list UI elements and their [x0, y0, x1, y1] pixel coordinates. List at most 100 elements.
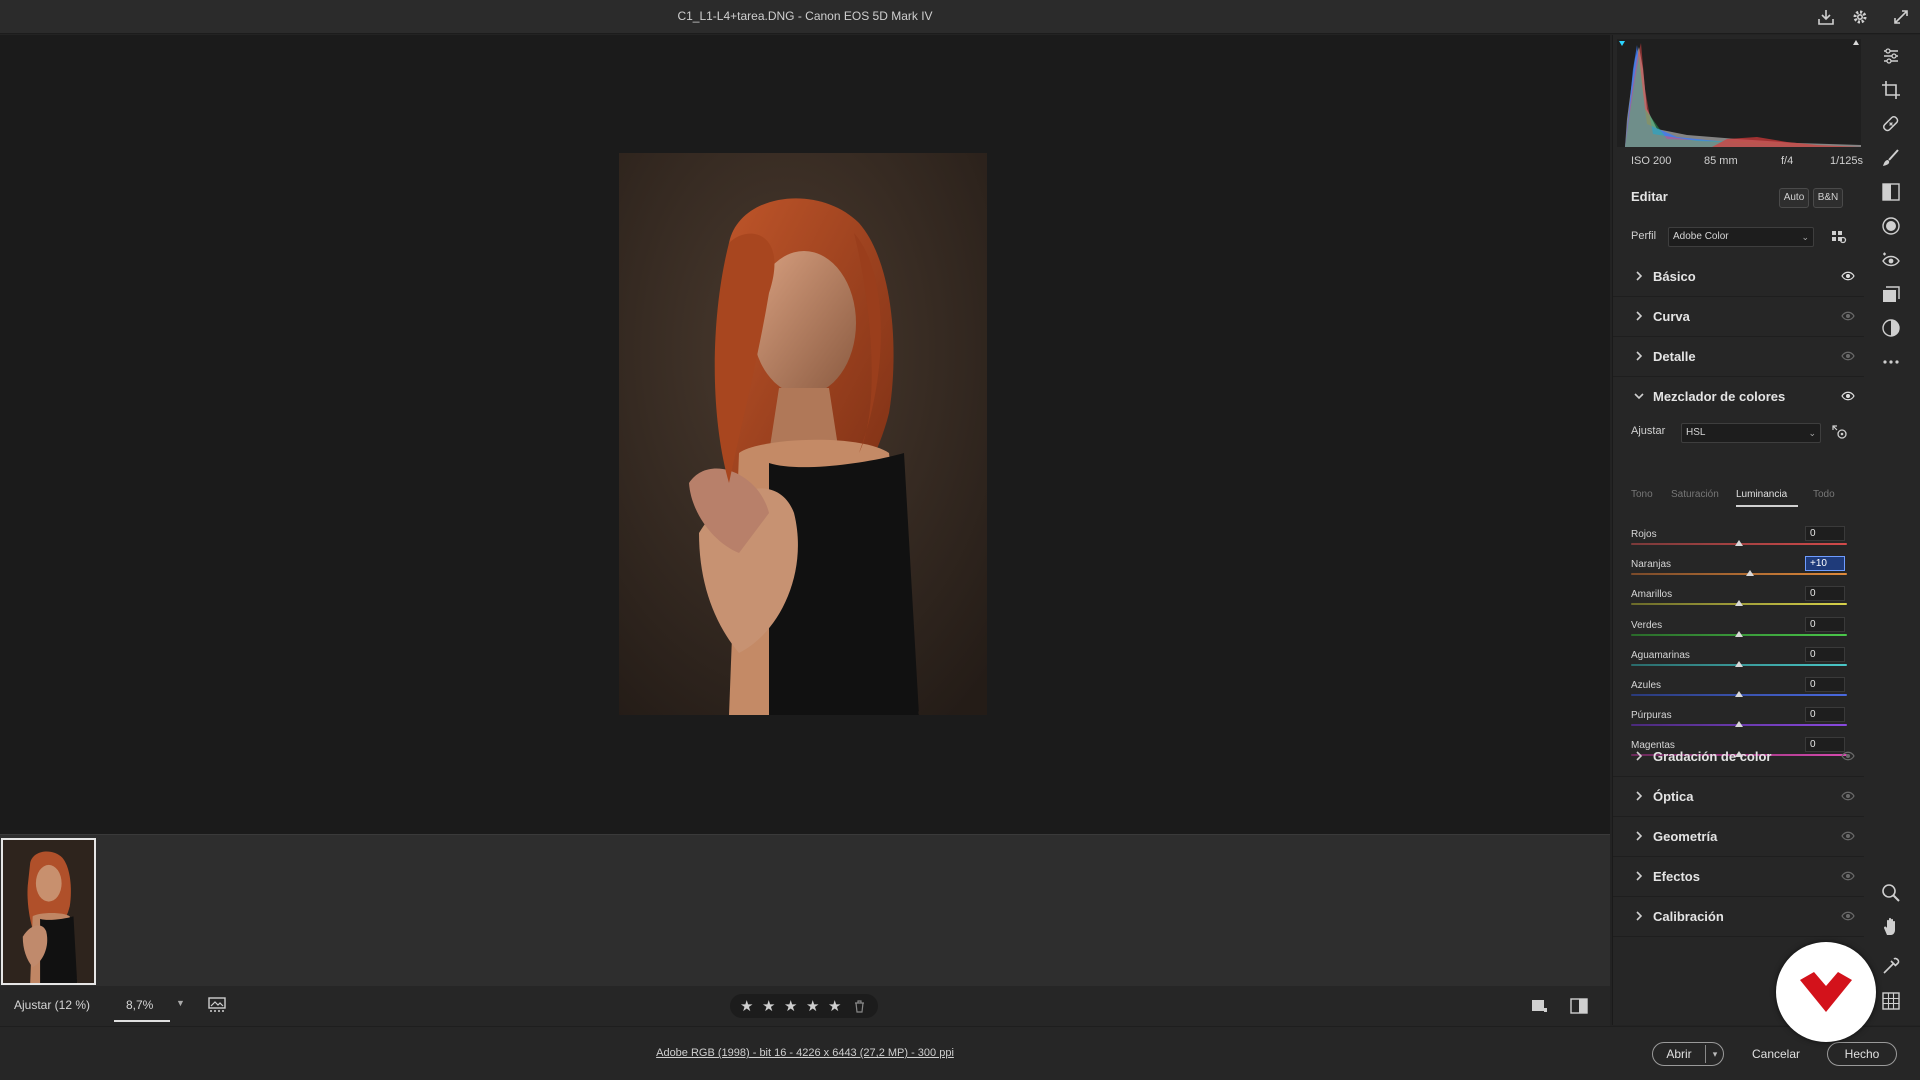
slider-value-input[interactable]: 0: [1805, 677, 1845, 692]
cancel-button[interactable]: Cancelar: [1744, 1042, 1808, 1066]
section-geometry[interactable]: Geometría: [1613, 817, 1865, 857]
before-after-icon[interactable]: [1570, 998, 1588, 1014]
save-icon[interactable]: [1816, 7, 1836, 27]
trash-icon[interactable]: [854, 1000, 865, 1013]
slider-rojos[interactable]: Rojos 0: [1631, 526, 1849, 559]
tab-luminance[interactable]: Luminancia: [1736, 489, 1787, 500]
star-rating[interactable]: ★ ★ ★ ★ ★: [730, 994, 878, 1018]
eye-icon[interactable]: [1841, 871, 1855, 881]
linear-gradient-icon[interactable]: [1880, 181, 1902, 203]
open-button[interactable]: Abrir ▾: [1652, 1042, 1724, 1066]
section-color-grading[interactable]: Gradación de color: [1613, 737, 1865, 777]
eye-icon[interactable]: [1841, 911, 1855, 921]
slider-value-input[interactable]: 0: [1805, 707, 1845, 723]
section-optics[interactable]: Óptica: [1613, 777, 1865, 817]
section-curve[interactable]: Curva: [1613, 297, 1865, 337]
gear-icon[interactable]: [1850, 7, 1870, 27]
radial-gradient-icon[interactable]: [1880, 215, 1902, 237]
slider-púrpuras[interactable]: Púrpuras 0: [1631, 707, 1849, 740]
slider-value-input[interactable]: 0: [1805, 526, 1845, 541]
profile-select-value: Adobe Color: [1673, 231, 1729, 242]
chevron-right-icon: [1636, 911, 1643, 921]
edit-sliders-icon[interactable]: [1880, 45, 1902, 67]
fit-zoom-button[interactable]: Ajustar (12 %): [14, 998, 90, 1012]
tab-saturation[interactable]: Saturación: [1671, 489, 1719, 500]
slider-thumb[interactable]: [1735, 660, 1743, 667]
tab-all[interactable]: Todo: [1813, 489, 1835, 500]
section-label: Básico: [1653, 269, 1696, 284]
grid-icon[interactable]: [1880, 990, 1902, 1012]
section-calibration[interactable]: Calibración: [1613, 897, 1865, 937]
brush-icon[interactable]: [1880, 147, 1902, 169]
hand-icon[interactable]: [1880, 916, 1902, 938]
eye-icon[interactable]: [1841, 831, 1855, 841]
slider-thumb[interactable]: [1745, 570, 1754, 577]
slider-track[interactable]: [1631, 573, 1847, 576]
bottom-bar: Adobe RGB (1998) - bit 16 - 4226 x 6443 …: [0, 1026, 1920, 1080]
star-icon[interactable]: ★: [762, 997, 775, 1015]
profile-select[interactable]: Adobe Color ⌄: [1668, 227, 1814, 247]
single-view-icon[interactable]: [1531, 999, 1547, 1013]
slider-thumb[interactable]: [1735, 600, 1743, 607]
auto-button[interactable]: Auto: [1779, 188, 1809, 208]
eye-icon[interactable]: [1841, 311, 1855, 321]
workflow-options-link[interactable]: Adobe RGB (1998) - bit 16 - 4226 x 6443 …: [0, 1047, 1610, 1059]
slider-value-input[interactable]: 0: [1805, 616, 1845, 632]
snapshots-icon[interactable]: [1880, 283, 1902, 305]
slider-amarillos[interactable]: Amarillos 0: [1631, 586, 1849, 619]
zoom-level[interactable]: 8,7%: [126, 998, 153, 1012]
adjust-select[interactable]: HSL ⌄: [1681, 423, 1821, 443]
more-icon[interactable]: [1880, 351, 1902, 373]
slider-label: Azules: [1631, 680, 1662, 691]
targeted-adjustment-icon[interactable]: [1831, 424, 1849, 440]
slider-verdes[interactable]: Verdes 0: [1631, 616, 1849, 650]
slider-value-input[interactable]: 0: [1805, 646, 1845, 662]
eye-icon[interactable]: [1841, 391, 1855, 401]
slider-label: Naranjas: [1631, 559, 1672, 571]
eye-icon[interactable]: [1841, 791, 1855, 801]
slider-thumb[interactable]: [1735, 721, 1743, 728]
slider-naranjas[interactable]: Naranjas +10: [1631, 556, 1849, 589]
slider-aguamarinas[interactable]: Aguamarinas 0: [1631, 646, 1849, 680]
filmstrip-thumbnail[interactable]: [1, 838, 96, 985]
fullscreen-icon[interactable]: [1891, 7, 1911, 27]
slider-value-input[interactable]: +10: [1805, 556, 1845, 572]
profile-browser-icon[interactable]: [1831, 230, 1847, 244]
chevron-right-icon: [1636, 791, 1643, 801]
zoom-icon[interactable]: [1880, 882, 1902, 904]
open-button-label: Abrir: [1666, 1047, 1692, 1061]
slider-thumb[interactable]: [1735, 540, 1743, 546]
star-icon[interactable]: ★: [828, 997, 841, 1015]
slider-thumb[interactable]: [1735, 691, 1743, 697]
presets-icon[interactable]: [1880, 317, 1902, 339]
slider-value-input[interactable]: 0: [1805, 586, 1845, 602]
eye-icon[interactable]: [1841, 271, 1855, 281]
star-icon[interactable]: ★: [740, 997, 753, 1015]
chevron-down-icon[interactable]: ▾: [1707, 1043, 1723, 1065]
filmstrip-toggle-icon[interactable]: [208, 997, 226, 1013]
red-eye-icon[interactable]: [1880, 249, 1902, 271]
eye-icon[interactable]: [1841, 751, 1855, 761]
healing-icon[interactable]: [1880, 113, 1902, 135]
crop-icon[interactable]: [1880, 79, 1902, 101]
sampler-icon[interactable]: [1880, 955, 1902, 977]
slider-label: Amarillos: [1631, 589, 1673, 601]
section-color-mixer[interactable]: Mezclador de colores: [1613, 377, 1865, 417]
star-icon[interactable]: ★: [784, 997, 797, 1015]
bw-button[interactable]: B&N: [1813, 188, 1843, 208]
section-detail[interactable]: Detalle: [1613, 337, 1865, 377]
section-label: Detalle: [1653, 349, 1696, 364]
profile-row: Perfil Adobe Color ⌄: [1613, 225, 1865, 255]
tab-hue[interactable]: Tono: [1631, 489, 1653, 500]
slider-azules[interactable]: Azules 0: [1631, 677, 1849, 710]
panel-title: Editar: [1631, 189, 1668, 204]
preview-photo[interactable]: [619, 153, 987, 715]
section-effects[interactable]: Efectos: [1613, 857, 1865, 897]
star-icon[interactable]: ★: [806, 997, 819, 1015]
eye-icon[interactable]: [1841, 351, 1855, 361]
done-button[interactable]: Hecho: [1827, 1042, 1897, 1066]
section-basic[interactable]: Básico: [1613, 257, 1865, 297]
image-canvas[interactable]: [0, 35, 1610, 834]
slider-thumb[interactable]: [1735, 630, 1743, 637]
zoom-dropdown-icon[interactable]: ▼: [176, 998, 185, 1008]
